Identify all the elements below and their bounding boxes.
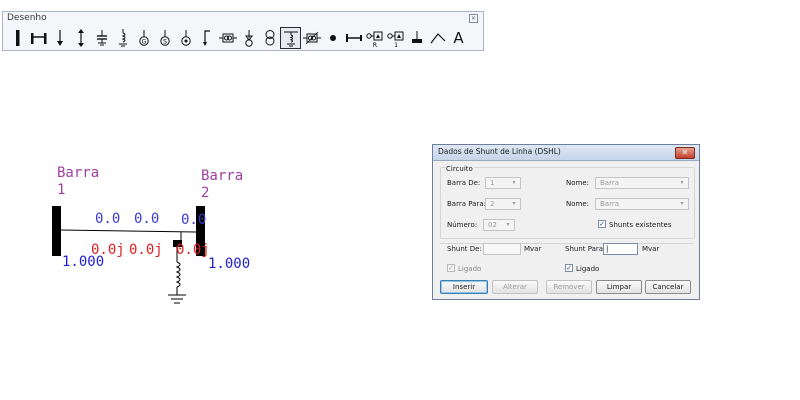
barra-para-value: 2 xyxy=(490,200,495,208)
flow-p-1: 0.0 xyxy=(95,211,120,227)
flow-q-1: 0.0j xyxy=(91,242,125,258)
bus2-number[interactable]: 2 xyxy=(201,185,209,201)
cancelar-button[interactable]: Cancelar xyxy=(645,280,691,294)
flow-q-3: 0.0j xyxy=(176,242,210,258)
barra-de-label: Barra De: xyxy=(447,179,481,187)
dshl-dialog: Dados de Shunt de Linha (DSHL) ✕ Circuit… xyxy=(432,144,700,300)
chevron-down-icon: ▾ xyxy=(506,221,510,228)
barra-para-select[interactable]: 2 ▾ xyxy=(485,198,521,210)
inserir-button[interactable]: Inserir xyxy=(440,280,488,294)
circuito-group-title: Circuito xyxy=(445,165,474,173)
nome-de-label: Nome: xyxy=(566,179,590,187)
numero-label: Número: xyxy=(447,221,478,229)
nome-de-value: Barra xyxy=(600,179,620,187)
bus2-name[interactable]: Barra xyxy=(201,168,243,184)
ligado-de-label: Ligado xyxy=(458,265,482,273)
shunt-de-unit: Mvar xyxy=(524,245,542,253)
nome-de-select[interactable]: Barra ▾ xyxy=(595,177,689,189)
shunt-reactor-coil xyxy=(175,261,181,288)
nome-para-select[interactable]: Barra ▾ xyxy=(595,198,689,210)
bus2-voltage: 1.000 xyxy=(208,256,250,272)
ligado-para-checkbox[interactable]: ✓ xyxy=(565,264,573,272)
shunts-existentes-checkbox[interactable]: ✓ xyxy=(598,220,606,228)
remover-button[interactable]: Remover xyxy=(546,280,592,294)
transmission-line[interactable] xyxy=(60,229,197,233)
numero-value: 02 xyxy=(488,221,497,229)
separator xyxy=(440,243,693,244)
chevron-down-icon: ▾ xyxy=(512,179,516,186)
shunt-de-label: Shunt De: xyxy=(447,245,482,253)
chevron-down-icon: ▾ xyxy=(680,179,684,186)
shunt-para-input[interactable]: | xyxy=(603,243,638,255)
shunts-existentes-label: Shunts existentes xyxy=(609,221,672,229)
nome-para-value: Barra xyxy=(600,200,620,208)
nome-para-label: Nome: xyxy=(566,200,590,208)
bus1-name[interactable]: Barra xyxy=(57,165,99,181)
chevron-down-icon: ▾ xyxy=(680,200,684,207)
close-icon[interactable]: ✕ xyxy=(675,147,695,159)
ligado-para-label: Ligado xyxy=(576,265,600,273)
limpar-button[interactable]: Limpar xyxy=(596,280,642,294)
alterar-button[interactable]: Alterar xyxy=(492,280,538,294)
bus1-number[interactable]: 1 xyxy=(57,182,65,198)
numero-select[interactable]: 02 ▾ xyxy=(483,219,515,231)
dialog-title: Dados de Shunt de Linha (DSHL) xyxy=(438,147,561,156)
shunt-para-unit: Mvar xyxy=(642,245,660,253)
flow-p-3: 0.0 xyxy=(181,212,206,228)
barra-para-label: Barra Para: xyxy=(447,200,486,208)
barra-de-select[interactable]: 1 ▾ xyxy=(485,177,521,189)
shunt-para-label: Shunt Para: xyxy=(565,245,606,253)
flow-p-2: 0.0 xyxy=(134,211,159,227)
shunt-de-input[interactable] xyxy=(483,243,521,255)
chevron-down-icon: ▾ xyxy=(512,200,516,207)
flow-q-2: 0.0j xyxy=(129,242,163,258)
dialog-titlebar[interactable]: Dados de Shunt de Linha (DSHL) ✕ xyxy=(433,145,699,161)
ligado-de-checkbox[interactable]: ✓ xyxy=(447,264,455,272)
bus1-bar[interactable] xyxy=(52,206,61,256)
barra-de-value: 1 xyxy=(490,179,495,187)
